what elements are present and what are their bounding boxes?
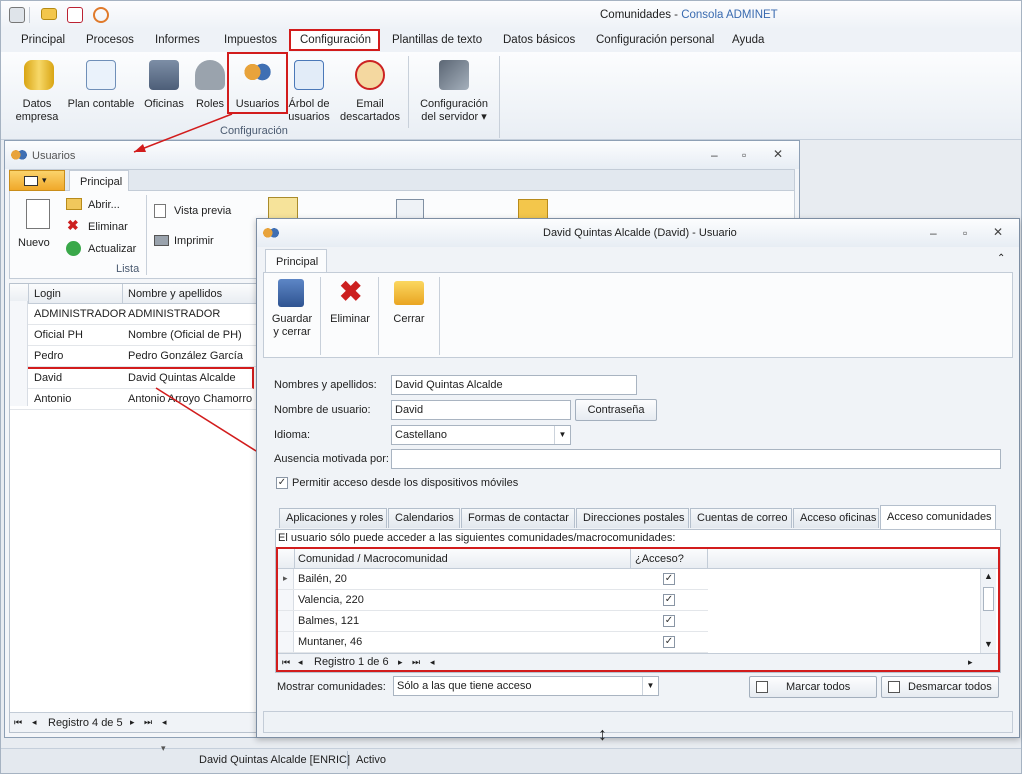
dialog-tab-principal[interactable]: Principal — [265, 249, 327, 273]
scroll-left-icon[interactable]: ◂ — [430, 657, 435, 668]
dialog-tabs: Aplicaciones y roles Calendarios Formas … — [279, 505, 999, 529]
last-record-icon[interactable]: ⏭ — [412, 657, 420, 668]
guardar-cerrar-button[interactable]: Guardar y cerrar — [266, 277, 318, 343]
record-counter: Registro 1 de 6 — [314, 656, 389, 668]
tab-calendarios[interactable]: Calendarios — [388, 508, 460, 528]
tab-acceso-comunidades[interactable]: Acceso comunidades — [880, 505, 996, 529]
row-indicator-icon: ▸ — [283, 573, 288, 583]
contrasena-button[interactable]: Contraseña — [575, 399, 657, 421]
mostrar-select[interactable]: Sólo a las que tiene acceso ▼ — [393, 676, 659, 696]
usuario-dialog: David Quintas Alcalde (David) - Usuario … — [256, 218, 1020, 738]
grid-header: Comunidad / Macrocomunidad ¿Acceso? — [278, 549, 998, 569]
info-text: El usuario sólo puede acceder a las sigu… — [278, 532, 676, 544]
label-nombre: Nombres y apellidos: — [274, 379, 377, 391]
dialog-status — [263, 711, 1013, 733]
label-idioma: Idioma: — [274, 429, 311, 441]
folder-exit-icon — [394, 281, 424, 305]
vertical-scrollbar[interactable]: ▲ ▼ — [980, 569, 996, 653]
acceso-checkbox[interactable]: ✓ — [663, 636, 675, 648]
status-bar: ▾ David Quintas Alcalde [ENRIC] Activo — [1, 743, 1021, 773]
next-record-icon[interactable]: ▸ — [398, 657, 403, 668]
label-mostrar: Mostrar comunidades: — [277, 681, 386, 693]
dialog-ribbon: Guardar y cerrar ✖ Eliminar Cerrar — [263, 272, 1013, 358]
acceso-checkbox[interactable]: ✓ — [663, 594, 675, 606]
tab-formas-contactar[interactable]: Formas de contactar — [461, 508, 575, 528]
eliminar-button[interactable]: ✖ Eliminar — [326, 276, 374, 343]
dropdown-arrow-icon[interactable]: ▼ — [554, 426, 570, 444]
idioma-select[interactable]: Castellano ▼ — [391, 425, 571, 445]
table-row[interactable]: ▸ Bailén, 20 ✓ — [278, 569, 708, 590]
comunidades-grid: Comunidad / Macrocomunidad ¿Acceso? ▸ Ba… — [276, 547, 1000, 672]
status-state: Activo — [356, 754, 386, 766]
chevron-down-icon: ▾ — [161, 743, 166, 753]
first-record-icon[interactable]: ⏮ — [282, 657, 290, 668]
acceso-checkbox[interactable]: ✓ — [663, 615, 675, 627]
ausencia-input[interactable] — [391, 449, 1001, 469]
movil-checkbox[interactable]: ✓ — [276, 477, 288, 489]
desmarcar-todos-button[interactable]: Desmarcar todos — [881, 676, 999, 698]
scroll-up-icon[interactable]: ▲ — [984, 571, 993, 581]
label-usuario: Nombre de usuario: — [274, 404, 371, 416]
scroll-thumb[interactable] — [983, 587, 994, 611]
restore-icon[interactable]: ▫ — [963, 226, 967, 240]
minimize-icon[interactable]: – — [930, 226, 937, 240]
scroll-right-icon[interactable]: ▸ — [968, 657, 973, 668]
status-user: David Quintas Alcalde [ENRIC] — [199, 754, 351, 766]
users-small-icon — [263, 227, 279, 240]
dialog-title-bar: David Quintas Alcalde (David) - Usuario … — [257, 219, 1019, 247]
resize-cursor-icon: ↕ — [598, 724, 607, 744]
cerrar-button[interactable]: Cerrar — [384, 277, 434, 343]
prev-record-icon[interactable]: ◂ — [298, 657, 303, 668]
tab-panel: El usuario sólo puede acceder a las sigu… — [275, 529, 1001, 673]
checklist-icon — [888, 681, 900, 693]
collapse-ribbon-icon[interactable]: ⌃ — [997, 253, 1005, 264]
scroll-down-icon[interactable]: ▼ — [984, 639, 993, 649]
col-acceso[interactable]: ¿Acceso? — [635, 553, 684, 565]
label-movil: Permitir acceso desde los dispositivos m… — [292, 477, 519, 489]
tab-cuentas-correo[interactable]: Cuentas de correo — [690, 508, 792, 528]
usuario-input[interactable]: David — [391, 400, 571, 420]
dialog-title: David Quintas Alcalde (David) - Usuario — [543, 227, 737, 239]
checklist-icon — [756, 681, 768, 693]
acceso-checkbox[interactable]: ✓ — [663, 573, 675, 585]
marcar-todos-button[interactable]: Marcar todos — [749, 676, 877, 698]
label-ausencia: Ausencia motivada por: — [274, 453, 389, 465]
nombre-input[interactable]: David Quintas Alcalde — [391, 375, 637, 395]
table-row[interactable]: Muntaner, 46 ✓ — [278, 632, 708, 653]
grid-navigator: ⏮ ◂ Registro 1 de 6 ▸ ⏭ ◂ ▸ — [278, 653, 998, 670]
close-icon[interactable]: ✕ — [993, 225, 1003, 239]
table-row[interactable]: Balmes, 121 ✓ — [278, 611, 708, 632]
tab-direcciones[interactable]: Direcciones postales — [576, 508, 689, 528]
table-row[interactable]: Valencia, 220 ✓ — [278, 590, 708, 611]
col-comunidad[interactable]: Comunidad / Macrocomunidad — [298, 553, 448, 565]
save-icon — [278, 279, 304, 307]
tab-aplicaciones[interactable]: Aplicaciones y roles — [279, 508, 387, 528]
tab-acceso-oficinas[interactable]: Acceso oficinas — [793, 508, 879, 528]
dropdown-arrow-icon[interactable]: ▼ — [642, 677, 658, 695]
delete-big-icon: ✖ — [339, 276, 363, 307]
